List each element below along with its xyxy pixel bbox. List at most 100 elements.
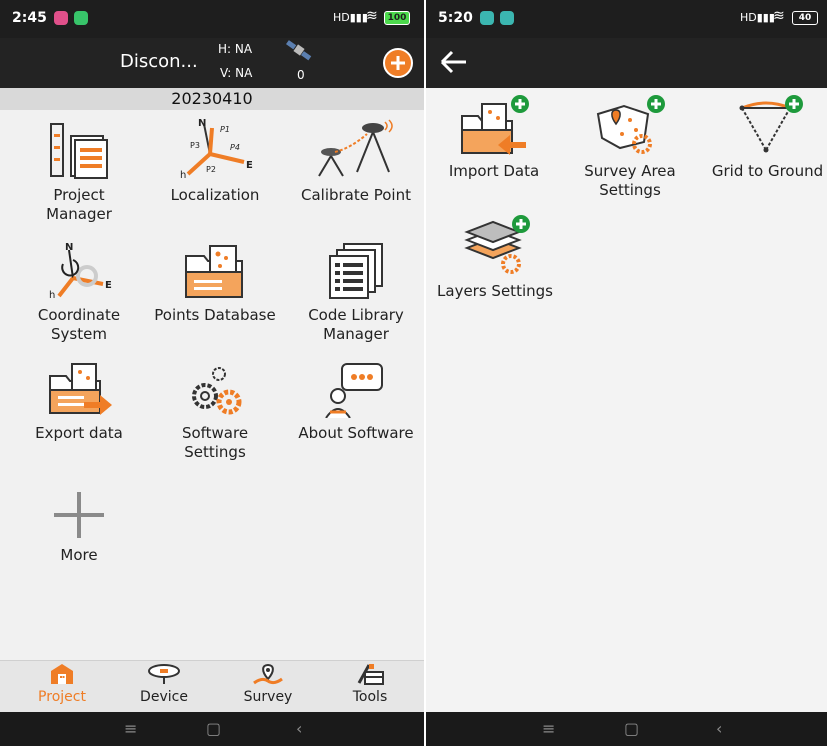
plus-large-icon xyxy=(54,492,104,538)
wifi-icon: ≋ xyxy=(366,8,378,24)
signal-icon: HD▮▮▮ xyxy=(333,11,368,24)
project-tab-icon xyxy=(51,664,73,684)
calibrate-point-label: Calibrate Point xyxy=(300,186,411,204)
bottom-nav: Project Device Survey Tools xyxy=(0,660,424,713)
status-time: 2:45 xyxy=(12,10,47,26)
points-database-icon xyxy=(185,245,243,298)
survey-area-icon xyxy=(596,95,665,154)
satellite-icon[interactable] xyxy=(286,39,312,65)
more-button[interactable]: More xyxy=(14,492,144,565)
h-accuracy: H: NA xyxy=(218,42,253,56)
about-software-button[interactable]: About Software xyxy=(288,362,424,443)
battery-icon: 100 xyxy=(384,11,410,25)
layers-settings-label: Layers Settings xyxy=(437,282,553,300)
loc-p3-label: P3 xyxy=(190,141,200,150)
code-library-label-1: Code Library xyxy=(308,306,404,324)
back-nav-icon-right[interactable]: ‹ xyxy=(716,719,722,738)
export-data-label: Export data xyxy=(35,424,123,442)
project-manager-label-1: Project xyxy=(53,186,105,204)
menu-icon[interactable]: ≡ xyxy=(124,719,137,738)
status-bar-right: 5:20 HD▮▮▮ ≋ 40 xyxy=(426,0,827,38)
loc-e-label: E xyxy=(246,160,253,171)
home-icon-right[interactable]: ▢ xyxy=(624,719,639,738)
export-data-button[interactable]: Export data xyxy=(14,362,144,443)
survey-area-label-2: Settings xyxy=(599,181,661,199)
top-bar: Discon... H: NA V: NA 0 xyxy=(0,38,424,88)
localization-icon: N E h P1 P2 P3 P4 xyxy=(180,118,253,180)
coord-h-label: h xyxy=(49,290,55,300)
import-data-icon xyxy=(461,95,529,155)
coord-n-label: N xyxy=(65,242,73,253)
tools-screen: 5:20 HD▮▮▮ ≋ 40 Import Data Survey Area … xyxy=(426,0,827,746)
satellite-count: 0 xyxy=(297,68,305,82)
project-manager-icon xyxy=(50,123,108,179)
about-software-label: About Software xyxy=(298,424,414,442)
tab-device[interactable]: Device xyxy=(124,663,204,705)
loc-p1-label: P1 xyxy=(220,125,230,134)
survey-area-settings-button[interactable]: Survey Area Settings xyxy=(570,94,690,200)
plus-icon xyxy=(391,56,405,70)
tab-project-label: Project xyxy=(38,689,86,705)
app-notification-icon xyxy=(480,11,494,25)
survey-area-label-1: Survey Area xyxy=(584,162,676,180)
tab-survey-label: Survey xyxy=(243,689,293,705)
software-settings-label-1: Software xyxy=(181,424,249,442)
status-time-right: 5:20 xyxy=(438,10,473,26)
connection-status[interactable]: Discon... xyxy=(120,51,198,72)
survey-tab-icon xyxy=(253,663,283,685)
code-library-icon xyxy=(329,243,383,299)
tab-project[interactable]: Project xyxy=(22,663,102,705)
coordinate-system-label-2: System xyxy=(51,325,107,343)
system-nav-bar: ≡ ▢ ‹ xyxy=(0,712,424,746)
tab-survey[interactable]: Survey xyxy=(228,663,308,705)
project-date: 20230410 xyxy=(0,88,424,110)
device-tab-icon xyxy=(148,664,180,684)
grid-to-ground-label: Grid to Ground xyxy=(711,162,824,180)
software-settings-button[interactable]: Software Settings xyxy=(150,362,280,462)
menu-icon-right[interactable]: ≡ xyxy=(542,719,555,738)
software-settings-label-2: Settings xyxy=(184,443,246,461)
grid-to-ground-button[interactable]: Grid to Ground xyxy=(708,94,827,181)
calibrate-point-icon xyxy=(318,119,393,177)
home-icon[interactable]: ▢ xyxy=(206,719,221,738)
export-data-icon xyxy=(49,363,112,415)
project-manager-button[interactable]: Project Manager xyxy=(14,122,144,224)
back-button[interactable] xyxy=(438,48,468,80)
app-notification-icon-2 xyxy=(500,11,514,25)
tab-device-label: Device xyxy=(140,689,188,705)
import-data-button[interactable]: Import Data xyxy=(438,94,550,181)
code-library-label-2: Manager xyxy=(323,325,389,343)
layers-settings-button[interactable]: Layers Settings xyxy=(434,214,556,301)
project-manager-label-2: Manager xyxy=(46,205,112,223)
tools-tab-icon xyxy=(357,664,384,685)
loc-p2-label: P2 xyxy=(206,165,216,174)
gears-icon xyxy=(192,367,242,415)
grid-to-ground-icon xyxy=(739,95,803,153)
v-accuracy: V: NA xyxy=(220,66,253,80)
localization-button[interactable]: N E h P1 P2 P3 P4 Localization xyxy=(150,118,280,205)
add-button[interactable] xyxy=(383,48,413,78)
loc-h-label: h xyxy=(180,170,186,180)
coord-e-label: E xyxy=(105,280,112,291)
tab-tools-label: Tools xyxy=(352,689,388,705)
message-app-icon xyxy=(74,11,88,25)
calibrate-point-button[interactable]: Calibrate Point xyxy=(288,118,424,205)
battery-icon-right: 40 xyxy=(792,11,818,25)
wifi-icon-right: ≋ xyxy=(773,8,785,24)
coordinate-system-icon: N E h xyxy=(49,242,112,300)
status-bar: 2:45 HD▮▮▮ ≋ 100 xyxy=(0,0,424,38)
project-screen: 2:45 HD▮▮▮ ≋ 100 Discon... H: NA V: NA 0… xyxy=(0,0,424,746)
coordinate-system-label-1: Coordinate xyxy=(37,306,121,324)
tab-tools[interactable]: Tools xyxy=(330,663,410,705)
code-library-button[interactable]: Code Library Manager xyxy=(288,242,424,344)
back-nav-icon[interactable]: ‹ xyxy=(296,719,302,738)
import-data-label: Import Data xyxy=(448,162,540,180)
system-nav-bar-right: ≡ ▢ ‹ xyxy=(426,712,827,746)
localization-label: Localization xyxy=(170,186,260,204)
top-bar-right xyxy=(426,38,827,88)
points-database-button[interactable]: Points Database xyxy=(150,242,280,325)
gallery-app-icon xyxy=(54,11,68,25)
loc-p4-label: P4 xyxy=(230,143,240,152)
arrow-left-icon xyxy=(440,50,466,74)
coordinate-system-button[interactable]: N E h Coordinate System xyxy=(14,242,144,344)
